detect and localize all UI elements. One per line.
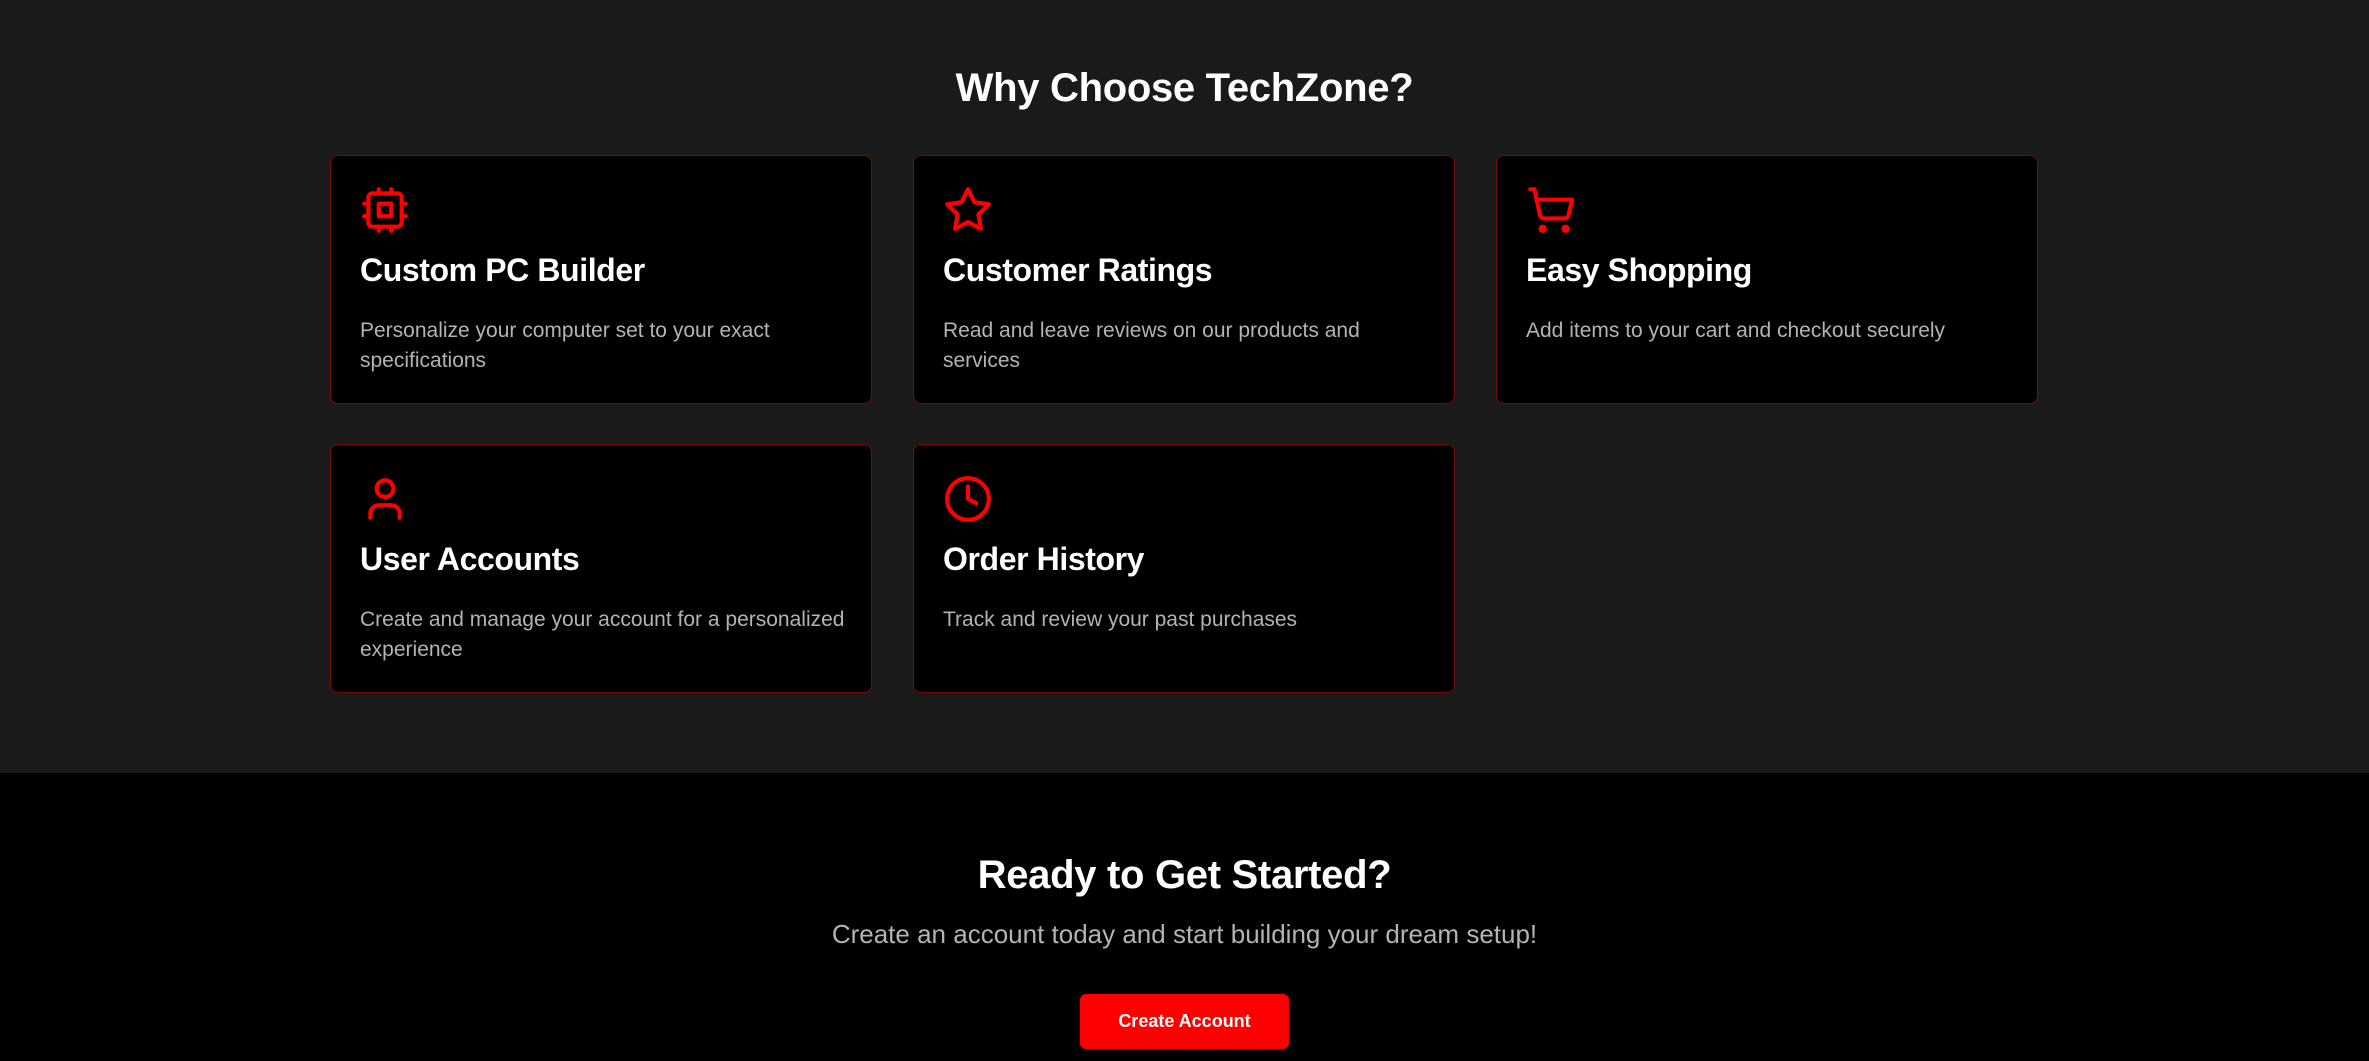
shopping-cart-icon <box>1526 185 1576 235</box>
feature-card-custom-pc-builder: Custom PC Builder Personalize your compu… <box>330 155 872 404</box>
feature-card-user-accounts: User Accounts Create and manage your acc… <box>330 444 872 693</box>
feature-description: Create and manage your account for a per… <box>360 608 845 661</box>
cta-subtitle: Create an account today and start buildi… <box>831 919 1538 949</box>
feature-title: Custom PC Builder <box>360 252 645 288</box>
clock-icon <box>943 474 993 524</box>
feature-title: Customer Ratings <box>943 252 1213 288</box>
create-account-button[interactable]: Create Account <box>1080 994 1289 1049</box>
feature-title: User Accounts <box>360 541 580 577</box>
user-icon <box>360 474 410 524</box>
feature-description: Track and review your past purchases <box>943 608 1298 631</box>
feature-card-customer-ratings: Customer Ratings Read and leave reviews … <box>913 155 1455 404</box>
feature-title: Order History <box>943 541 1145 577</box>
feature-description: Read and leave reviews on our products a… <box>943 319 1360 372</box>
feature-card-order-history: Order History Track and review your past… <box>913 444 1455 693</box>
features-section: Why Choose TechZone? Custom PC Builder P… <box>0 0 2369 773</box>
star-icon <box>943 185 993 235</box>
feature-card-easy-shopping: Easy Shopping Add items to your cart and… <box>1496 155 2038 404</box>
feature-description: Add items to your cart and checkout secu… <box>1526 319 1946 342</box>
feature-description: Personalize your computer set to your ex… <box>360 319 770 372</box>
cpu-icon <box>360 185 410 235</box>
cta-heading: Ready to Get Started? <box>977 853 1392 897</box>
features-heading: Why Choose TechZone? <box>955 66 1414 110</box>
feature-title: Easy Shopping <box>1526 252 1752 288</box>
cta-section: Ready to Get Started? Create an account … <box>0 773 2369 1061</box>
